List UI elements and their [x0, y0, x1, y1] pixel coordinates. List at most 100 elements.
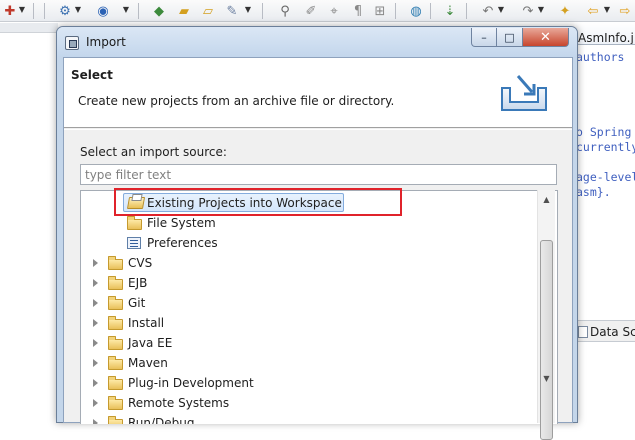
new-server-icon[interactable]: ◉ [95, 3, 111, 19]
open-folder-icon[interactable]: ▱ [200, 3, 216, 19]
next-edit-icon[interactable]: ↷ [520, 3, 536, 19]
import-source-label: Select an import source: [80, 145, 227, 159]
tree-category-plugin-development[interactable]: Plug-in Development [81, 373, 541, 393]
wizard-header: Select Create new projects from an archi… [64, 58, 572, 128]
tree-item-label: File System [147, 216, 216, 230]
import-wizard-icon [501, 75, 547, 111]
expand-arrow-icon[interactable] [93, 259, 99, 267]
new-package-icon[interactable]: ⚙ [57, 3, 73, 19]
code-line: authors [576, 50, 625, 64]
folder-icon [108, 416, 123, 424]
data-source-tab-label: Data Sc [590, 325, 635, 339]
tree-category-maven[interactable]: Maven [81, 353, 541, 373]
tree-item-preferences[interactable]: Preferences [81, 233, 541, 253]
tree-category-label: Remote Systems [128, 396, 230, 410]
toolbar-separator [138, 3, 139, 19]
folder-icon [108, 316, 123, 330]
run-tool-icon[interactable]: ✎ [224, 3, 240, 19]
tree-item-label: Preferences [147, 236, 218, 250]
tree-category-remote-systems[interactable]: Remote Systems [81, 393, 541, 413]
tree-category-run-debug[interactable]: Run/Debug [81, 413, 541, 424]
scroll-thumb[interactable] [540, 240, 553, 440]
expand-arrow-icon[interactable] [93, 319, 99, 327]
chevron-down-icon[interactable]: ▼ [537, 6, 545, 14]
chevron-down-icon[interactable]: ▼ [74, 6, 82, 14]
scroll-down-arrow-icon[interactable]: ▼ [538, 370, 555, 387]
folder-icon [108, 256, 123, 270]
tree-category-label: Maven [128, 356, 168, 370]
toolbar-separator [33, 3, 34, 19]
ide-left-pane [0, 23, 58, 423]
chevron-down-icon[interactable]: ▼ [122, 6, 130, 14]
tree-category-java-ee[interactable]: Java EE [81, 333, 541, 353]
chevron-down-icon[interactable]: ▼ [18, 6, 26, 14]
expand-arrow-icon[interactable] [93, 379, 99, 387]
tree-category-label: CVS [128, 256, 153, 270]
back-icon[interactable]: ⇦ [585, 3, 601, 19]
chevron-down-icon[interactable]: ▼ [497, 6, 505, 14]
folder-icon [127, 216, 142, 230]
toolbar-separator [430, 3, 431, 19]
page-description: Create new projects from an archive file… [78, 94, 395, 108]
eclipse-main-toolbar: ✚ ▼ ⚙ ▼ ◉ ▼ ◆ ▰ ▱ ✎ ▼ ⚲ ✐ ⌖ ¶ ⊞ ◍ ⇣ ↶ ▼ … [0, 0, 635, 22]
dialog-titlebar[interactable]: Import – □ ✕ [57, 27, 577, 57]
tree-category-label: Git [128, 296, 146, 310]
page-title: Select [71, 68, 113, 82]
tree-category-cvs[interactable]: CVS [81, 253, 541, 273]
next-annotation-icon[interactable]: ⇣ [442, 3, 458, 19]
last-edit-icon[interactable]: ✦ [557, 3, 573, 19]
forward-icon[interactable]: ⇨ [617, 3, 633, 19]
toolbar-separator [466, 3, 467, 19]
dialog-content: Select Create new projects from an archi… [63, 57, 573, 424]
chevron-down-icon[interactable]: ▼ [603, 6, 611, 14]
tree-scrollbar[interactable]: ▲ ▼ [537, 190, 555, 440]
tree-category-label: EJB [128, 276, 148, 290]
expand-arrow-icon[interactable] [93, 399, 99, 407]
import-source-tree[interactable]: Existing Projects into Workspace File Sy… [80, 190, 558, 424]
minimize-button[interactable]: – [471, 28, 497, 47]
toolbar-separator [395, 3, 396, 19]
code-line: asm}. [576, 185, 611, 199]
expand-arrow-icon[interactable] [93, 339, 99, 347]
expand-arrow-icon[interactable] [93, 299, 99, 307]
pin-icon[interactable]: ⌖ [326, 3, 342, 19]
tree-category-git[interactable]: Git [81, 293, 541, 313]
folder-icon [108, 276, 123, 290]
toolbar-separator [44, 3, 45, 19]
header-separator [64, 129, 572, 130]
folder-icon [108, 296, 123, 310]
data-source-icon [578, 326, 588, 338]
folder-icon [108, 396, 123, 410]
show-whitespace-icon[interactable]: ⊞ [372, 3, 388, 19]
expand-arrow-icon[interactable] [93, 279, 99, 287]
preferences-icon [127, 237, 141, 249]
filter-input[interactable] [80, 164, 557, 185]
annotation-icon[interactable]: ✐ [303, 3, 319, 19]
folder-icon [108, 376, 123, 390]
new-wizard-icon[interactable]: ✚ [2, 3, 18, 19]
import-window-icon [65, 36, 79, 50]
close-button[interactable]: ✕ [523, 28, 569, 47]
open-type-icon[interactable]: ◆ [151, 3, 167, 19]
code-line: o Spring [576, 125, 632, 139]
tree-category-ejb[interactable]: EJB [81, 273, 541, 293]
prev-edit-icon[interactable]: ↶ [480, 3, 496, 19]
chevron-down-icon[interactable]: ▼ [244, 6, 252, 14]
expand-arrow-icon[interactable] [93, 419, 99, 424]
import-dialog: Import – □ ✕ Select Create new projects … [56, 26, 578, 424]
expand-arrow-icon[interactable] [93, 359, 99, 367]
folder-icon [108, 336, 123, 350]
search-icon[interactable]: ⚲ [277, 3, 293, 19]
tree-item-file-system[interactable]: File System [81, 213, 541, 233]
toggle-mark-icon[interactable]: ¶ [350, 3, 366, 19]
editor-tab[interactable]: AsmInfo.j [576, 23, 635, 45]
maximize-button[interactable]: □ [497, 28, 523, 47]
data-source-tab[interactable]: Data Sc [576, 320, 635, 342]
ide-editor-pane: AsmInfo.j authors o Spring currently age… [576, 23, 635, 423]
tree-category-install[interactable]: Install [81, 313, 541, 333]
scroll-up-arrow-icon[interactable]: ▲ [538, 191, 555, 208]
code-line: age-level [576, 170, 635, 184]
red-annotation-box [114, 188, 402, 216]
browser-icon[interactable]: ◍ [408, 3, 424, 19]
open-project-icon[interactable]: ▰ [176, 3, 192, 19]
